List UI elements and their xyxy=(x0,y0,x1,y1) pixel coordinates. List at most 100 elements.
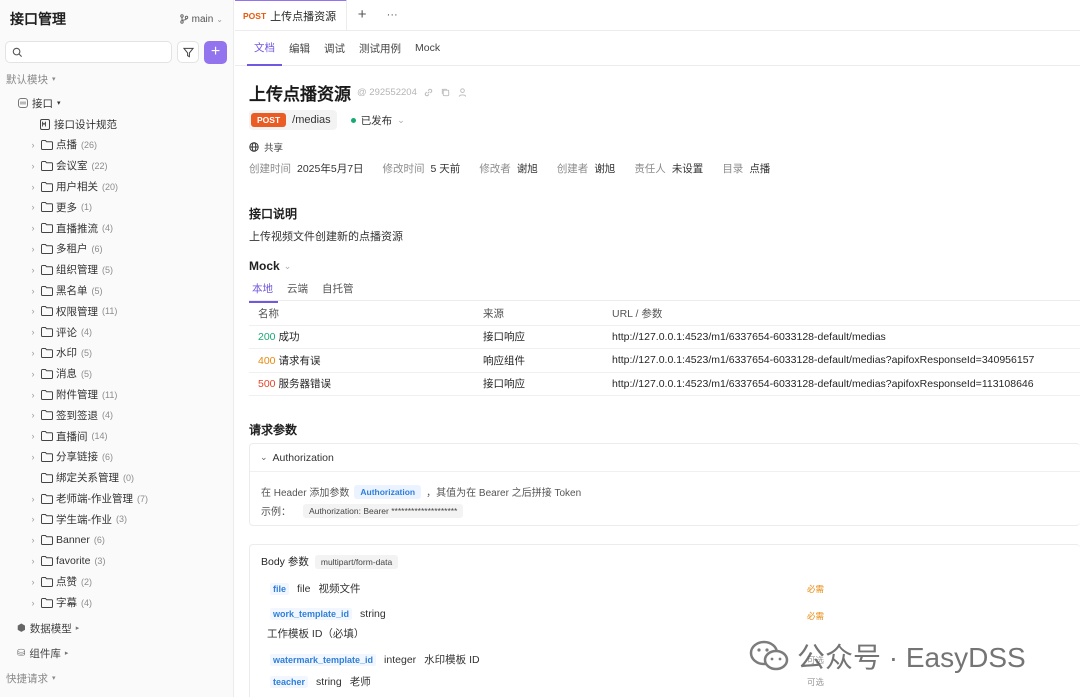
tree-folder[interactable]: 绑定关系管理 (0) xyxy=(0,467,233,488)
tree-folder[interactable]: › 签到签退 (4) xyxy=(0,405,233,426)
tree-folder[interactable]: › 点赞 (2) xyxy=(0,571,233,592)
param-name: work_template_id xyxy=(270,608,353,620)
info-label: 修改时间 xyxy=(382,163,425,175)
tree-folder[interactable]: › 用户相关 (20) xyxy=(0,176,233,197)
chevron-right-icon: › xyxy=(31,243,35,254)
tree-folder[interactable]: › 直播间 (14) xyxy=(0,426,233,447)
tree-folder[interactable]: › 组织管理 (5) xyxy=(0,259,233,280)
chevron-down-icon: ⌄ xyxy=(216,14,223,24)
tree-folder[interactable]: › 附件管理 (11) xyxy=(0,384,233,405)
subtab[interactable]: 调试 xyxy=(317,31,352,66)
search-icon xyxy=(12,47,23,57)
tree-folder[interactable]: › 黑名单 (5) xyxy=(0,280,233,301)
tree-folder[interactable]: › 老师端-作业管理 (7) xyxy=(0,488,233,509)
tree-folder[interactable]: › 评论 (4) xyxy=(0,322,233,343)
header-url: URL / 参数 xyxy=(612,307,663,320)
mock-row[interactable]: 400 请求有误 响应组件 http://127.0.0.1:4523/m1/6337… xyxy=(249,349,1080,373)
globe-icon xyxy=(249,142,259,152)
folder-icon xyxy=(41,555,53,566)
share-row[interactable]: 共享 xyxy=(249,140,283,154)
mock-source: 接口响应 xyxy=(483,378,525,391)
folder-icon xyxy=(41,347,53,358)
status-selector[interactable]: 已发布 ⌄ xyxy=(350,113,405,128)
branch-icon xyxy=(179,14,188,24)
param-desc: 水印模板 ID xyxy=(424,654,480,666)
folder-count: (14) xyxy=(91,431,108,442)
status-dot xyxy=(350,117,356,123)
tree-item-doc[interactable]: 接口设计规范 xyxy=(0,114,233,135)
filter-icon xyxy=(182,47,194,57)
component-lib-item[interactable]: ⛁ 组件库 ▸ xyxy=(0,644,68,662)
info-label: 修改者 xyxy=(479,163,511,175)
api-description: 上传视频文件创建新的点播资源 xyxy=(249,231,403,243)
tree-folder[interactable]: › favorite (3) xyxy=(0,551,233,572)
link-icon[interactable] xyxy=(423,87,434,98)
required-tag: 必需 xyxy=(807,611,825,621)
chevron-right-icon: › xyxy=(31,160,35,171)
folder-count: (5) xyxy=(81,368,92,379)
mock-row[interactable]: 200 成功 接口响应 http://127.0.0.1:4523/m1/633765… xyxy=(249,326,1080,349)
more-tabs-button[interactable]: ··· xyxy=(377,0,407,30)
api-id-value: 292552204 xyxy=(369,87,417,98)
tree-folder[interactable]: › 字幕 (4) xyxy=(0,592,233,613)
info-label: 目录 xyxy=(722,163,744,175)
mock-title[interactable]: Mock ⌄ xyxy=(249,259,291,273)
auth-panel: ⌄ Authorization 在 Header 添加参数 Authorizat… xyxy=(249,443,1080,526)
request-tab[interactable]: POST 上传点播资源 xyxy=(235,0,348,30)
tree-folder[interactable]: › 权限管理 (11) xyxy=(0,301,233,322)
folder-count: (6) xyxy=(93,535,105,546)
folder-label: 字幕 xyxy=(56,597,77,610)
folder-count: (22) xyxy=(91,160,108,171)
request-tab-bar: POST 上传点播资源 + ··· xyxy=(235,0,1080,31)
tree-folder[interactable]: › 分享链接 (6) xyxy=(0,447,233,468)
user-icon[interactable] xyxy=(457,87,468,98)
tree-folder[interactable]: › 会议室 (22) xyxy=(0,155,233,176)
folder-label: 评论 xyxy=(56,326,77,339)
search-input[interactable] xyxy=(27,46,171,58)
data-model-item[interactable]: ⬢ 数据模型 ▸ xyxy=(0,619,79,637)
folder-count: (5) xyxy=(81,347,92,358)
chevron-down-icon: ⌄ xyxy=(397,114,405,125)
folder-icon xyxy=(41,368,53,379)
folder-icon xyxy=(41,139,53,150)
branch-selector[interactable]: main ⌄ xyxy=(179,14,223,25)
tree-folder[interactable]: › 点播 (26) xyxy=(0,135,233,156)
new-tab-button[interactable]: + xyxy=(347,0,377,30)
api-id: @ 292552204 xyxy=(357,87,417,98)
tree-folder[interactable]: › 学生端-作业 (3) xyxy=(0,509,233,530)
sidebar: 接口管理 main ⌄ + 默认模块 ▾ 接口 ▾ 接口设计规范 › 点播 (26)… xyxy=(0,0,234,697)
param-name: teacher xyxy=(270,675,309,688)
mock-url[interactable]: http://127.0.0.1:4523/m1/6337654-6033128… xyxy=(612,354,1034,366)
subtab[interactable]: 测试用例 xyxy=(352,31,408,66)
tree-folder[interactable]: › 直播推流 (4) xyxy=(0,218,233,239)
tree-folder[interactable]: › Banner (6) xyxy=(0,530,233,551)
subtab[interactable]: 编辑 xyxy=(282,31,317,66)
folder-icon xyxy=(41,410,53,421)
subtab[interactable]: 文档 xyxy=(247,31,282,66)
subtab[interactable]: Mock xyxy=(408,31,447,66)
method-path-box[interactable]: POST /medias xyxy=(249,110,337,130)
folder-count: (4) xyxy=(102,223,113,234)
api-root-icon xyxy=(18,98,28,109)
tree-root-api[interactable]: 接口 ▾ xyxy=(0,93,233,114)
mock-row[interactable]: 500 服务器错误 接口响应 http://127.0.0.1:4523/m1/633… xyxy=(249,373,1080,396)
tree-folder[interactable]: › 水印 (5) xyxy=(0,343,233,364)
chevron-right-icon: › xyxy=(31,264,35,275)
folder-icon xyxy=(41,285,53,296)
mock-url[interactable]: http://127.0.0.1:4523/m1/6337654-6033128… xyxy=(612,331,886,343)
quick-request-item[interactable]: 快捷请求 ▾ xyxy=(0,669,56,687)
tree-folder[interactable]: › 更多 (1) xyxy=(0,197,233,218)
folder-label: 水印 xyxy=(56,347,77,360)
tree-folder[interactable]: › 多租户 (6) xyxy=(0,239,233,260)
tree-folder[interactable]: › 消息 (5) xyxy=(0,363,233,384)
mock-name: 200 成功 xyxy=(258,329,300,344)
mock-name: 500 服务器错误 xyxy=(258,376,331,391)
module-selector[interactable]: 默认模块 ▾ xyxy=(0,69,233,89)
add-button[interactable]: + xyxy=(204,40,227,64)
filter-button[interactable] xyxy=(177,41,199,63)
sidebar-search-row: + xyxy=(0,39,233,65)
mock-url[interactable]: http://127.0.0.1:4523/m1/6337654-6033128… xyxy=(612,378,1034,390)
auth-header[interactable]: ⌄ Authorization xyxy=(250,444,1080,472)
copy-icon[interactable] xyxy=(440,87,451,98)
watermark-text: 公众号 · EasyDSS xyxy=(797,642,1026,673)
